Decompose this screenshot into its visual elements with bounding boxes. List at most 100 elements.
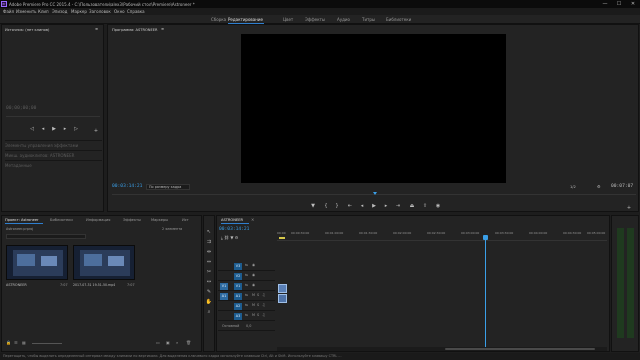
hand-tool-icon[interactable]: ✋ <box>205 298 213 306</box>
track-label[interactable]: V2 <box>234 273 242 280</box>
source-patch-a1[interactable]: A1 <box>220 293 228 300</box>
linked-selection-icon[interactable]: ⛓ <box>224 235 229 240</box>
selection-tool-icon[interactable]: ↖ <box>205 228 213 236</box>
workspace-audio[interactable]: Аудио <box>337 17 350 22</box>
play-icon[interactable]: ▶ <box>370 202 378 210</box>
track-header-master[interactable]: Основной 0,0 <box>218 322 275 331</box>
toggle-track-output-icon[interactable]: ◉ <box>252 283 255 287</box>
timeline-ruler[interactable]: 00:00 00:00:30:00 00:01:00:00 00:01:30:0… <box>277 225 607 241</box>
razor-tool-icon[interactable]: ✂ <box>205 268 213 276</box>
track-header-a3[interactable]: A3 ⇋ M S ♫ <box>218 312 275 321</box>
snap-icon[interactable]: ⤓ <box>221 235 223 240</box>
toggle-track-output-icon[interactable]: ◉ <box>252 273 255 277</box>
toggle-sync-lock-icon[interactable]: ⇋ <box>245 313 248 317</box>
new-item-icon[interactable]: ▣ <box>166 340 170 345</box>
track-header-a1[interactable]: A1 A1 ⇋ M S ♫ <box>218 292 275 301</box>
step-forward-icon[interactable]: ▷ <box>72 125 80 133</box>
menu-sequence[interactable]: Эпизод <box>52 9 67 14</box>
menu-edit[interactable]: Изменить <box>16 9 37 14</box>
go-to-in-icon[interactable]: ⇤ <box>346 202 354 210</box>
workspace-color[interactable]: Цвет <box>283 17 293 22</box>
fit-dropdown[interactable]: По размеру кадра <box>146 184 190 190</box>
source-patch-v1[interactable]: V1 <box>220 283 228 290</box>
workspace-libraries[interactable]: Библиотеки <box>386 17 411 22</box>
tab-info[interactable]: Информация <box>86 218 110 222</box>
export-frame-icon[interactable]: ◉ <box>434 202 442 210</box>
delete-icon[interactable]: 🗑 <box>186 340 191 345</box>
toggle-sync-lock-icon[interactable]: ⇋ <box>245 263 248 267</box>
track-label[interactable]: A2 <box>234 303 242 310</box>
menu-file[interactable]: Файл <box>3 9 14 14</box>
video-clip[interactable] <box>278 284 287 293</box>
ripple-edit-tool-icon[interactable]: ⇹ <box>205 248 213 256</box>
slip-tool-icon[interactable]: ↔ <box>205 278 213 286</box>
workspace-titles[interactable]: Титры <box>362 17 375 22</box>
new-bin-icon[interactable]: ▭ <box>156 340 160 345</box>
mute-button[interactable]: M <box>252 313 255 317</box>
toggle-sync-lock-icon[interactable]: ⇋ <box>245 293 248 297</box>
mute-button[interactable]: M <box>252 293 255 297</box>
metadata-tab[interactable]: Метаданные <box>5 160 102 168</box>
search-input[interactable] <box>6 234 86 239</box>
maximize-button[interactable]: ☐ <box>612 0 626 8</box>
solo-button[interactable]: S <box>257 303 259 307</box>
step-forward-icon[interactable]: ▸ <box>382 202 390 210</box>
menu-clip[interactable]: Клип <box>38 9 49 14</box>
timeline-horizontal-scrollbar[interactable] <box>277 347 607 351</box>
lock-icon[interactable]: 🔒 <box>6 340 11 345</box>
add-marker-icon[interactable]: ▼ <box>309 202 317 210</box>
icon-view-icon[interactable]: ▦ <box>22 340 26 345</box>
lift-icon[interactable]: ⏏ <box>408 202 416 210</box>
workspace-editing[interactable]: Редактирование <box>228 17 263 22</box>
track-select-tool-icon[interactable]: ⇉ <box>205 238 213 246</box>
add-button-icon[interactable]: + <box>625 204 633 212</box>
step-back-icon[interactable]: ◂ <box>358 202 366 210</box>
playhead-marker[interactable] <box>373 192 377 195</box>
track-header-v2[interactable]: V2 ⇋ ◉ <box>218 272 275 281</box>
source-timecode[interactable]: 00;00;00;00 <box>6 106 36 111</box>
solo-button[interactable]: S <box>257 313 259 317</box>
toggle-sync-lock-icon[interactable]: ⇋ <box>245 303 248 307</box>
settings-wrench-icon[interactable]: ⚙ <box>597 184 601 189</box>
extract-icon[interactable]: ⇪ <box>421 202 429 210</box>
scrollbar-thumb[interactable] <box>445 348 595 350</box>
track-label[interactable]: V3 <box>234 263 242 270</box>
toggle-sync-lock-icon[interactable]: ⇋ <box>245 283 248 287</box>
workspace-assembly[interactable]: Сборка <box>211 17 226 22</box>
step-forward-frame-icon[interactable]: ▸ <box>61 125 69 133</box>
list-view-icon[interactable]: ☰ <box>14 340 18 345</box>
project-item-thumbnail[interactable] <box>6 245 68 280</box>
project-item-thumbnail[interactable] <box>73 245 135 280</box>
panel-menu-icon[interactable]: ≡ <box>161 27 164 35</box>
pen-tool-icon[interactable]: ✎ <box>205 288 213 296</box>
workspace-effects[interactable]: Эффекты <box>305 17 325 22</box>
tab-project[interactable]: Проект: Astroneer <box>5 218 39 222</box>
rolling-edit-tool-icon[interactable]: ⇔ <box>205 258 213 266</box>
minimize-button[interactable]: — <box>598 0 612 8</box>
add-button-icon[interactable]: + <box>92 127 100 135</box>
mark-out-icon[interactable]: } <box>333 202 341 210</box>
track-header-v1[interactable]: V1 V1 ⇋ ◉ <box>218 282 275 291</box>
effect-controls-tab[interactable]: Элементы управления эффектами <box>5 140 102 148</box>
close-button[interactable]: ✕ <box>626 0 640 8</box>
menu-marker[interactable]: Маркер <box>71 9 87 14</box>
add-marker-icon[interactable]: ▼ <box>230 235 233 240</box>
go-to-out-icon[interactable]: ⇥ <box>394 202 402 210</box>
play-icon[interactable]: ▶ <box>50 125 58 133</box>
menu-title[interactable]: Заголовок <box>89 9 111 14</box>
toggle-track-output-icon[interactable]: ◉ <box>252 263 255 267</box>
master-volume[interactable]: 0,0 <box>246 324 251 328</box>
step-back-frame-icon[interactable]: ◂ <box>39 125 47 133</box>
source-scrub-bar[interactable] <box>6 116 100 117</box>
step-back-icon[interactable]: ◁ <box>28 125 36 133</box>
menu-window[interactable]: Окно <box>114 9 125 14</box>
microphone-icon[interactable]: ♫ <box>262 303 265 307</box>
find-icon[interactable]: ⌕ <box>176 340 178 345</box>
settings-wrench-icon[interactable]: ⚙ <box>235 235 239 240</box>
mute-button[interactable]: M <box>252 303 255 307</box>
timeline-sequence-tab[interactable]: ASTRONEER <box>221 218 243 222</box>
zoom-slider[interactable] <box>32 343 62 344</box>
tab-markers[interactable]: Маркеры <box>151 218 168 222</box>
microphone-icon[interactable]: ♫ <box>262 313 265 317</box>
tab-effects[interactable]: Эффекты <box>123 218 141 222</box>
